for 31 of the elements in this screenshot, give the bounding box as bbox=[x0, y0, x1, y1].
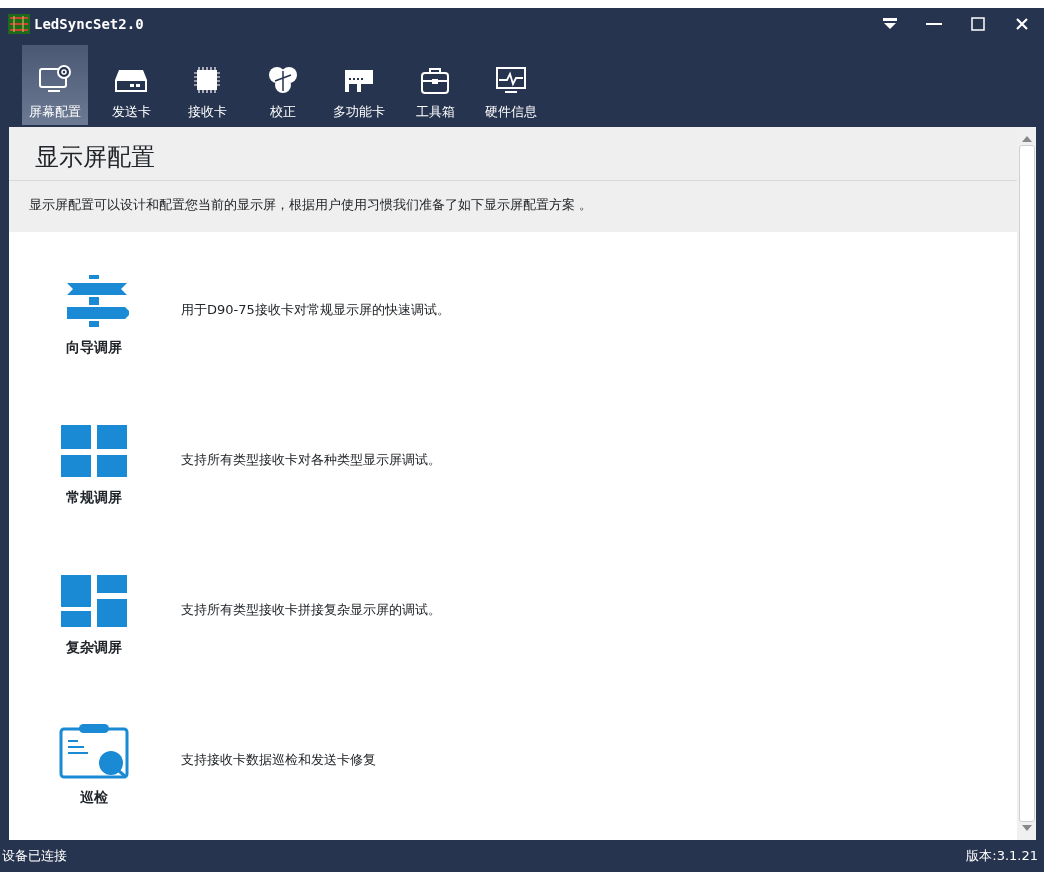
toolbar-tab[interactable]: 硬件信息 bbox=[478, 45, 544, 125]
toolbar-tab[interactable]: 工具箱 bbox=[402, 45, 468, 125]
option-description: 支持所有类型接收卡拼接复杂显示屏的调试。 bbox=[181, 601, 441, 620]
mosaic-grid-icon[interactable] bbox=[59, 572, 129, 629]
minimize-icon bbox=[926, 23, 942, 25]
grid-icon[interactable] bbox=[59, 422, 129, 479]
scrollbar[interactable] bbox=[1017, 127, 1036, 840]
toolbar-tab[interactable]: 校正 bbox=[250, 45, 316, 125]
option-label[interactable]: 复杂调屏 bbox=[66, 636, 122, 658]
option-label[interactable]: 巡检 bbox=[80, 786, 108, 808]
option-label[interactable]: 常规调屏 bbox=[66, 486, 122, 508]
page-title: 显示屏配置 bbox=[9, 127, 1017, 181]
toolbar-tab[interactable]: 多功能卡 bbox=[326, 45, 392, 125]
toolbar-tab[interactable]: 屏幕配置 bbox=[22, 45, 88, 125]
option-description: 用于D90-75接收卡对常规显示屏的快速调试。 bbox=[181, 301, 450, 320]
version-text: 版本:3.1.21 bbox=[966, 847, 1038, 866]
option-label[interactable]: 向导调屏 bbox=[66, 336, 122, 358]
caret-down-icon bbox=[883, 18, 897, 30]
option-description: 支持接收卡数据巡检和发送卡修复 bbox=[181, 751, 376, 770]
clipboard-search-icon[interactable] bbox=[59, 722, 129, 779]
toolbar-tab[interactable]: 接收卡 bbox=[174, 45, 240, 125]
toolbar-tab[interactable]: 发送卡 bbox=[98, 45, 164, 125]
scroll-up-icon[interactable] bbox=[1021, 135, 1032, 143]
page-description: 显示屏配置可以设计和配置您当前的显示屏，根据用户使用习惯我们准备了如下显示屏配置方案 。 bbox=[28, 195, 594, 214]
option-description: 支持所有类型接收卡对各种类型显示屏调试。 bbox=[181, 451, 441, 470]
window-title: LedSyncSet2.0 bbox=[34, 14, 144, 34]
maximize-icon bbox=[971, 17, 985, 31]
close-icon bbox=[1015, 17, 1029, 31]
scroll-down-icon[interactable] bbox=[1021, 824, 1032, 832]
app-logo-icon bbox=[8, 14, 30, 34]
status-text: 设备已连接 bbox=[2, 847, 67, 866]
